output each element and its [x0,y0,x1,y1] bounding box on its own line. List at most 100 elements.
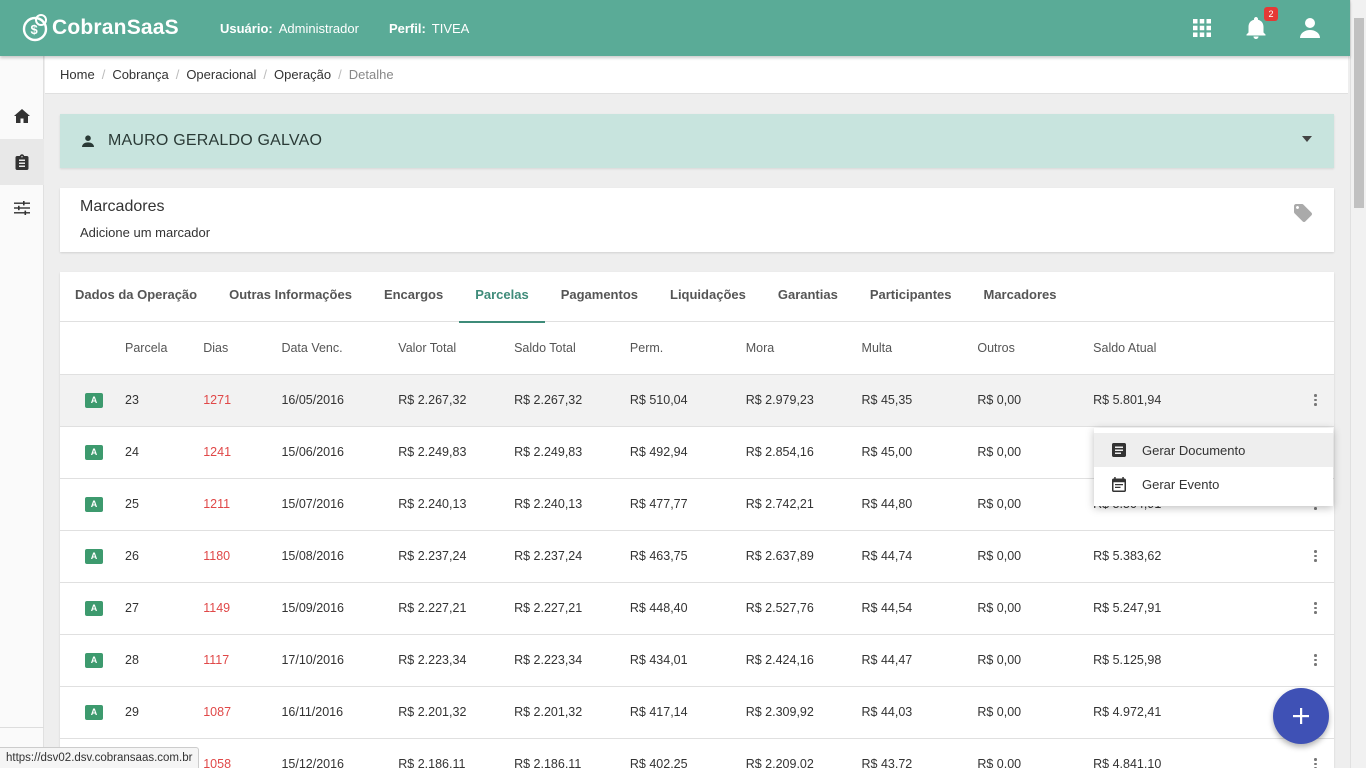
cell-perm: R$ 448,40 [629,582,746,635]
cell-multa: R$ 44,54 [861,582,978,635]
breadcrumb-home[interactable]: Home [60,67,95,82]
table-row[interactable]: A 23 1271 16/05/2016 R$ 2.267,32 R$ 2.267,32 R… [60,374,1334,427]
cell-valor: R$ 2.223,34 [398,634,515,687]
menu-item-label: Gerar Evento [1142,476,1220,492]
menu-item-gerar-evento[interactable]: Gerar Evento [1094,467,1333,501]
breadcrumb-separator: / [263,67,268,82]
sidebar-item-settings[interactable] [0,185,44,231]
tab-parcelas[interactable]: Parcelas [459,272,545,323]
brand-name: CobranSaaS [52,16,179,39]
tab-encargos[interactable]: Encargos [368,272,459,322]
notifications-button[interactable]: 2 [1244,7,1278,40]
status-badge: A [85,497,103,512]
cell-venc: 15/06/2016 [281,426,399,479]
cell-venc: 15/12/2016 [281,738,399,768]
cell-multa: R$ 44,74 [861,530,978,583]
cell-parcela: 29 [125,686,204,739]
sidebar-item-operations[interactable] [0,139,44,185]
cell-multa: R$ 44,80 [861,478,978,531]
column-header[interactable]: Perm. [629,322,746,375]
profile-value: TIVEA [431,20,470,36]
column-header[interactable]: Data Venc. [281,322,399,375]
more-vert-icon[interactable] [1305,394,1325,406]
column-header[interactable]: Dias [203,322,282,375]
tab-pagamentos[interactable]: Pagamentos [545,272,654,322]
add-marker-link[interactable]: Adicione um marcador [80,225,1314,240]
tab-outras-informacoes[interactable]: Outras Informações [213,272,368,322]
cell-valor: R$ 2.237,24 [398,530,515,583]
tab-marcadores[interactable]: Marcadores [968,272,1073,322]
app-logo[interactable]: $ CobranSaaS [20,13,200,43]
cell-dias: 1211 [203,478,282,531]
breadcrumb-operacao[interactable]: Operação [274,67,331,82]
status-badge: A [85,653,103,668]
breadcrumb-cobranca[interactable]: Cobrança [112,67,168,82]
column-header[interactable]: Valor Total [398,322,515,375]
cell-saldo: R$ 2.240,13 [514,478,630,531]
table-row[interactable]: A 29 1087 16/11/2016 R$ 2.201,32 R$ 2.201,32 R… [60,686,1334,739]
client-header[interactable]: MAURO GERALDO GALVAO [60,114,1334,168]
cell-mora: R$ 2.209,02 [745,738,862,768]
table-row[interactable]: A 28 1117 17/10/2016 R$ 2.223,34 R$ 2.223,34 R… [60,634,1334,687]
status-badge: A [85,601,103,616]
cell-perm: R$ 477,77 [629,478,746,531]
tab-bar: Dados da Operação Outras Informações Enc… [60,272,1334,323]
more-vert-icon[interactable] [1305,550,1325,562]
operation-detail-card: Dados da Operação Outras Informações Enc… [60,272,1334,768]
cell-mora: R$ 2.742,21 [745,478,862,531]
cell-venc: 15/08/2016 [281,530,399,583]
cell-saldo: R$ 2.227,21 [514,582,630,635]
profile-info: Perfil: TIVEA [389,21,469,36]
row-context-menu: Gerar Documento Gerar Evento [1094,428,1333,506]
cell-mora: R$ 2.637,89 [745,530,862,583]
column-header-status [60,322,126,375]
column-header[interactable]: Mora [745,322,862,375]
cell-dias: 1117 [203,634,282,687]
cell-mora: R$ 2.527,76 [745,582,862,635]
column-header[interactable]: Parcela [125,322,204,375]
sliders-icon [14,201,30,215]
apps-grid-button[interactable] [1190,16,1214,40]
menu-item-label: Gerar Documento [1142,442,1246,458]
tag-icon[interactable] [1294,204,1312,222]
vertical-scrollbar[interactable] [1350,0,1366,768]
table-row[interactable]: A 26 1180 15/08/2016 R$ 2.237,24 R$ 2.237,24 R… [60,530,1334,583]
sidebar-item-home[interactable] [0,93,44,139]
caret-down-icon[interactable] [1302,136,1312,142]
menu-item-gerar-documento[interactable]: Gerar Documento [1094,433,1333,467]
user-account-button[interactable] [1298,16,1322,40]
breadcrumb-operacional[interactable]: Operacional [186,67,256,82]
cell-saldo: R$ 2.267,32 [514,374,630,427]
column-header[interactable]: Saldo Total [514,322,630,375]
cell-valor: R$ 2.267,32 [398,374,515,427]
table-row[interactable]: A30105815/12/2016R$ 2.186,11R$ 2.186,11R… [60,738,1334,768]
cell-dias: 1241 [203,426,282,479]
client-name: MAURO GERALDO GALVAO [108,132,323,149]
scrollbar-thumb[interactable] [1354,18,1364,208]
actions-cell [1299,530,1334,583]
column-header[interactable]: Saldo Atual [1093,322,1300,375]
more-vert-icon[interactable] [1305,758,1325,768]
cell-saldo: R$ 2.186,11 [514,738,630,768]
cell-mora: R$ 2.309,92 [745,686,862,739]
cell-dias: 1058 [203,738,282,768]
svg-text:$: $ [31,22,39,37]
breadcrumb-separator: / [175,67,180,82]
clipboard-icon [15,154,29,170]
breadcrumb-separator: / [101,67,106,82]
more-vert-icon[interactable] [1305,602,1325,614]
add-fab-button[interactable] [1273,688,1329,744]
cell-venc: 17/10/2016 [281,634,399,687]
column-header[interactable]: Multa [861,322,978,375]
tab-garantias[interactable]: Garantias [762,272,854,322]
tab-liquidacoes[interactable]: Liquidações [654,272,762,322]
cell-mora: R$ 2.424,16 [745,634,862,687]
tab-dados-operacao[interactable]: Dados da Operação [60,272,213,322]
column-header[interactable]: Outros [977,322,1094,375]
tab-participantes[interactable]: Participantes [854,272,968,322]
breadcrumb-current: Detalhe [348,67,394,82]
status-cell: A [60,478,126,531]
table-row[interactable]: A 27 1149 15/09/2016 R$ 2.227,21 R$ 2.227,21 R… [60,582,1334,635]
cell-valor: R$ 2.201,32 [398,686,515,739]
more-vert-icon[interactable] [1305,654,1325,666]
